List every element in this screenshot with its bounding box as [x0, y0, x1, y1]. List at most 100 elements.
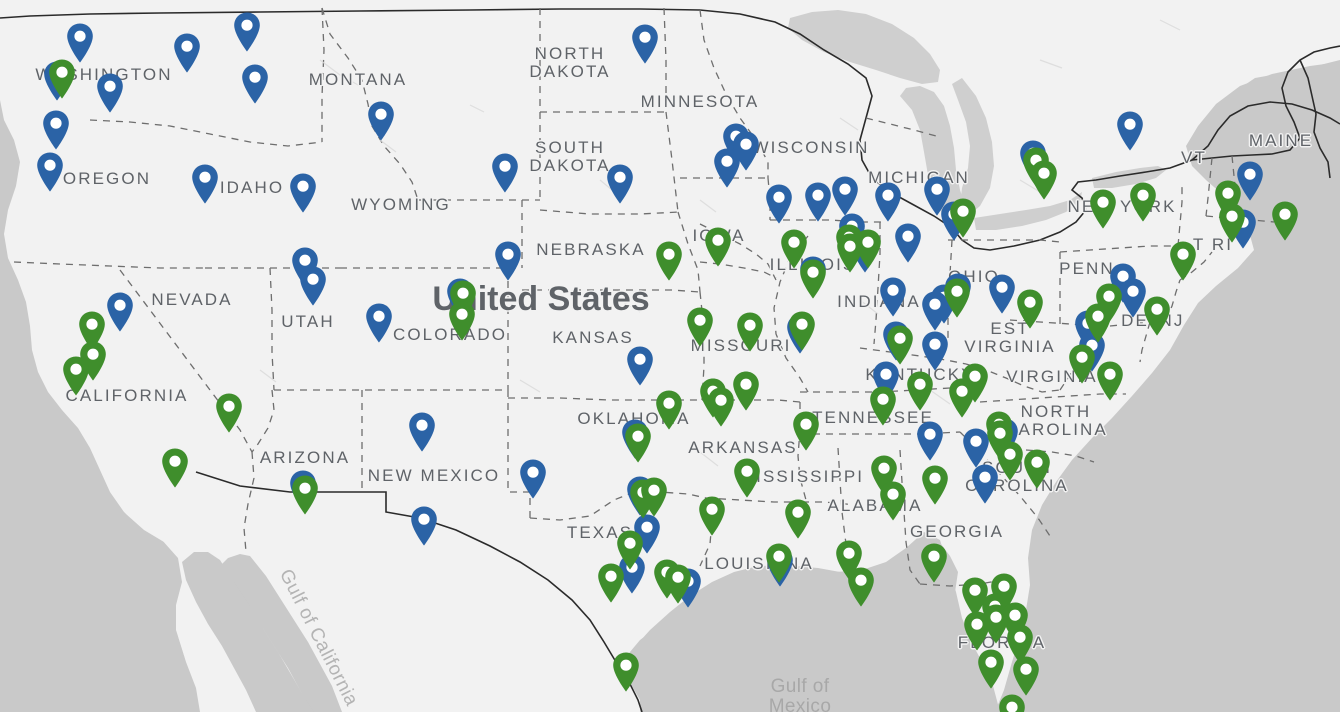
location-pin-icon [848, 567, 874, 607]
map-pin-green[interactable] [447, 300, 477, 342]
map-pin-green[interactable] [214, 392, 244, 434]
location-pin-icon [1219, 203, 1245, 243]
map-pin-green[interactable] [623, 422, 653, 464]
map-pin-green[interactable] [735, 311, 765, 353]
map-pin-green[interactable] [885, 324, 915, 366]
map-pin-blue[interactable] [830, 175, 860, 217]
map-pin-green[interactable] [948, 197, 978, 239]
map-pin-blue[interactable] [1115, 110, 1145, 152]
map-pin-blue[interactable] [298, 265, 328, 307]
map-pin-green[interactable] [1142, 295, 1172, 337]
map-pin-green[interactable] [905, 370, 935, 412]
map-pin-blue[interactable] [364, 302, 394, 344]
map-pin-blue[interactable] [240, 63, 270, 105]
map-pin-green[interactable] [639, 476, 669, 518]
map-pin-blue[interactable] [878, 276, 908, 318]
map-pin-blue[interactable] [630, 23, 660, 65]
map-pin-blue[interactable] [987, 273, 1017, 315]
location-pin-icon [1017, 289, 1043, 329]
map-pin-green[interactable] [1022, 448, 1052, 490]
map-pin-green[interactable] [1128, 181, 1158, 223]
map-pin-green[interactable] [997, 693, 1027, 712]
map-pin-green[interactable] [1029, 159, 1059, 201]
location-pin-icon [699, 496, 725, 536]
map-pin-green[interactable] [654, 240, 684, 282]
map-pin-blue[interactable] [490, 152, 520, 194]
map-pin-green[interactable] [697, 495, 727, 537]
map-pin-green[interactable] [868, 385, 898, 427]
map-pin-green[interactable] [596, 562, 626, 604]
map-pin-blue[interactable] [803, 181, 833, 223]
map-pin-blue[interactable] [172, 32, 202, 74]
location-pin-icon [1031, 160, 1057, 200]
map-pin-blue[interactable] [190, 163, 220, 205]
map-pin-blue[interactable] [518, 458, 548, 500]
map-pin-green[interactable] [920, 464, 950, 506]
location-pin-icon [97, 73, 123, 113]
location-pin-icon [613, 652, 639, 692]
location-pin-icon [793, 411, 819, 451]
map-pin-blue[interactable] [920, 330, 950, 372]
location-pin-icon [917, 421, 943, 461]
map-pin-blue[interactable] [288, 172, 318, 214]
map-pin-green[interactable] [61, 355, 91, 397]
map-pin-green[interactable] [791, 410, 821, 452]
map-pin-green[interactable] [787, 310, 817, 352]
map-pin-green[interactable] [1083, 302, 1113, 344]
map-pin-green[interactable] [703, 226, 733, 268]
map-pin-blue[interactable] [915, 420, 945, 462]
map-pin-blue[interactable] [409, 505, 439, 547]
map-pin-green[interactable] [942, 277, 972, 319]
map-pin-blue[interactable] [893, 222, 923, 264]
map-pin-green[interactable] [732, 457, 762, 499]
map-pin-green[interactable] [1011, 655, 1041, 697]
map-pin-blue[interactable] [35, 151, 65, 193]
map-pin-green[interactable] [783, 498, 813, 540]
map-pin-green[interactable] [764, 542, 794, 584]
map-pin-blue[interactable] [105, 291, 135, 333]
map-pin-blue[interactable] [625, 345, 655, 387]
location-pin-icon [242, 64, 268, 104]
map-pin-blue[interactable] [95, 72, 125, 114]
location-pin-icon [43, 110, 69, 150]
map-pin-green[interactable] [1015, 288, 1045, 330]
location-pin-icon [800, 259, 826, 299]
location-pin-icon [290, 173, 316, 213]
map-pin-green[interactable] [1270, 200, 1300, 242]
map-pin-blue[interactable] [764, 183, 794, 225]
map-pin-green[interactable] [1067, 343, 1097, 385]
map-pin-green[interactable] [47, 58, 77, 100]
map-pin-green[interactable] [878, 480, 908, 522]
map-pin-green[interactable] [976, 648, 1006, 690]
map-pin-green[interactable] [290, 474, 320, 516]
map-pin-green[interactable] [919, 542, 949, 584]
map-pin-blue[interactable] [41, 109, 71, 151]
map-pin-green[interactable] [1088, 188, 1118, 230]
map-pin-green[interactable] [654, 389, 684, 431]
map-pin-blue[interactable] [605, 163, 635, 205]
map-pin-green[interactable] [1095, 360, 1125, 402]
location-pin-icon [714, 148, 740, 188]
map-pin-green[interactable] [706, 386, 736, 428]
map-pin-green[interactable] [947, 377, 977, 419]
map-pin-green[interactable] [853, 228, 883, 270]
map-pin-blue[interactable] [232, 11, 262, 53]
map-pin-blue[interactable] [493, 240, 523, 282]
map-pin-blue[interactable] [712, 147, 742, 189]
map-viewport[interactable]: Gulf of Mexico Gulf of California WASHING… [0, 0, 1340, 712]
map-pin-green[interactable] [685, 306, 715, 348]
map-pin-green[interactable] [1217, 202, 1247, 244]
map-pin-blue[interactable] [873, 181, 903, 223]
map-pin-green[interactable] [663, 563, 693, 605]
map-pin-green[interactable] [995, 440, 1025, 482]
map-pin-green[interactable] [611, 651, 641, 693]
map-pin-green[interactable] [1168, 240, 1198, 282]
map-pin-green[interactable] [846, 566, 876, 608]
map-pin-blue[interactable] [407, 411, 437, 453]
location-pin-icon [409, 412, 435, 452]
map-pin-green[interactable] [798, 258, 828, 300]
map-pin-blue[interactable] [366, 100, 396, 142]
map-pin-green[interactable] [160, 447, 190, 489]
map-marker-layer[interactable] [0, 0, 1340, 712]
map-pin-green[interactable] [962, 610, 992, 652]
